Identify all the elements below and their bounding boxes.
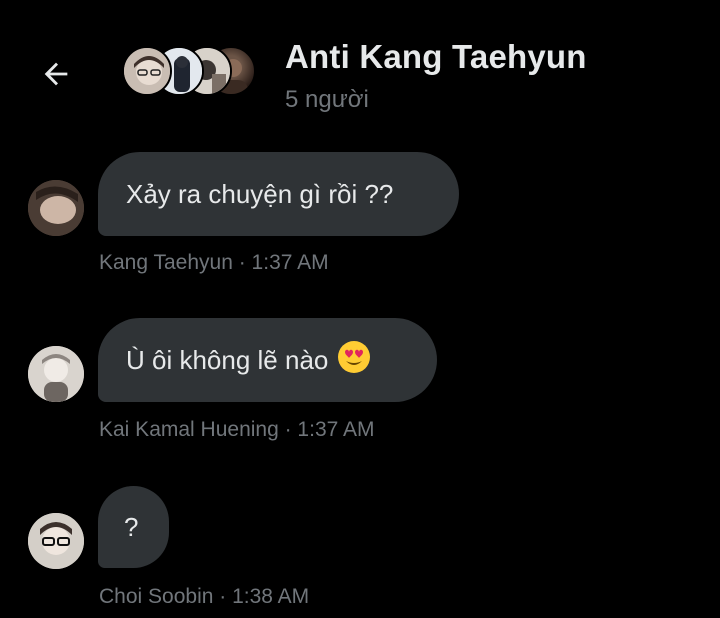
sender-avatar[interactable] <box>28 346 84 402</box>
group-avatar-stack[interactable] <box>122 46 262 100</box>
message-bubble[interactable]: Xảy ra chuyện gì rồi ?? <box>98 152 459 236</box>
heart-eyes-emoji-icon <box>336 339 372 382</box>
message-bubble[interactable]: Ù ôi không lẽ nào <box>98 318 437 402</box>
message-meta: Kai Kamal Huening · 1:37 AM <box>99 418 375 441</box>
member-avatar <box>122 46 172 96</box>
sender-avatar[interactable] <box>28 180 84 236</box>
sender-avatar[interactable] <box>28 513 84 569</box>
message-text: Xảy ra chuyện gì rồi ?? <box>126 178 394 209</box>
back-button[interactable] <box>34 54 78 94</box>
arrow-left-icon <box>44 62 68 86</box>
message-text: ? <box>124 511 139 542</box>
conversation-title[interactable]: Anti Kang Taehyun <box>285 38 587 76</box>
message-text: Ù ôi không lẽ nào <box>126 344 329 375</box>
message-meta: Kang Taehyun · 1:37 AM <box>99 251 329 274</box>
member-count: 5 người <box>285 86 369 113</box>
message-bubble[interactable]: ? <box>98 486 169 568</box>
message-meta: Choi Soobin · 1:38 AM <box>99 585 310 608</box>
